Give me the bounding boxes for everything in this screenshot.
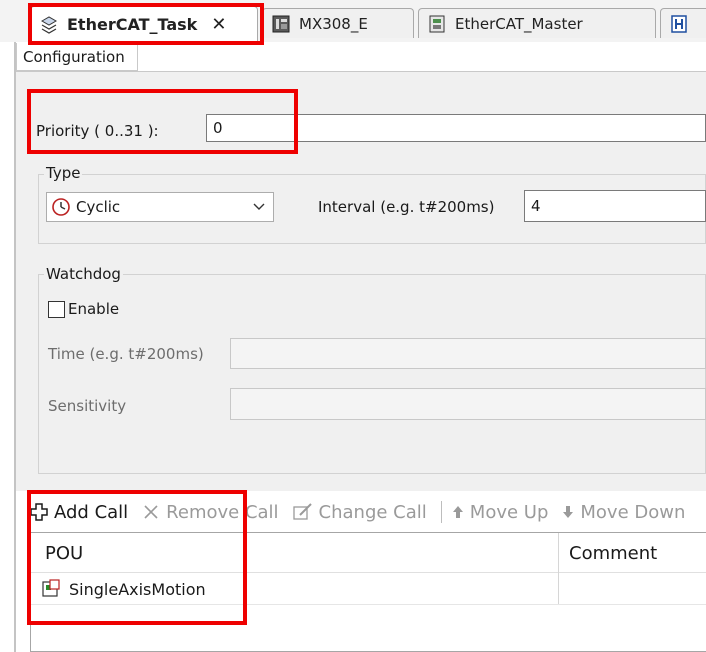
interval-label: Interval (e.g. t#200ms) (318, 198, 495, 216)
program-pou-icon (42, 579, 60, 597)
tab-pou[interactable] (660, 8, 706, 38)
watchdog-sensitivity-input[interactable] (230, 388, 706, 420)
device-icon (272, 15, 290, 32)
table-header: POU Comment (31, 533, 706, 573)
master-device-icon (429, 15, 445, 32)
tab-ethercat-task[interactable]: EtherCAT_Task ✕ (30, 6, 258, 42)
watchdog-sensitivity-label: Sensitivity (48, 397, 127, 415)
tab-label: EtherCAT_Task (67, 15, 198, 34)
edit-icon (292, 503, 312, 520)
tab-configuration[interactable]: Configuration (16, 43, 138, 71)
toolbar-separator (440, 501, 442, 523)
move-up-button[interactable]: Move Up (452, 501, 549, 523)
configuration-tab-label: Configuration (23, 47, 125, 66)
task-config-icon (40, 15, 58, 34)
watchdog-time-input[interactable] (230, 338, 706, 369)
add-call-label: Add Call (54, 501, 129, 523)
type-group-title: Type (44, 164, 83, 182)
watchdog-group (38, 274, 706, 474)
pou-call-table: POU Comment SingleAxisMotion (30, 532, 706, 652)
task-type-value: Cyclic (76, 198, 121, 216)
change-call-button[interactable]: Change Call (292, 501, 427, 523)
move-down-label: Move Down (580, 501, 686, 523)
pou-name: SingleAxisMotion (69, 579, 206, 599)
tab-label: EtherCAT_Master (455, 14, 583, 33)
watchdog-enable-checkbox[interactable] (48, 301, 65, 318)
move-down-button[interactable]: Move Down (562, 502, 685, 523)
column-header-comment[interactable]: Comment (569, 543, 657, 564)
priority-value: 0 (213, 119, 223, 137)
editor-tab-strip: EtherCAT_Task ✕ MX308_E EtherCAT_Master (0, 0, 706, 42)
arrow-up-icon (452, 506, 463, 518)
tab-mx308-e[interactable]: MX308_E (262, 8, 414, 38)
table-row[interactable]: SingleAxisMotion (31, 573, 706, 605)
remove-call-label: Remove Call (166, 501, 279, 523)
priority-label: Priority ( 0..31 ): (36, 122, 159, 140)
watchdog-group-title: Watchdog (44, 265, 123, 283)
interval-input[interactable]: 4 (524, 190, 706, 222)
clock-icon (52, 198, 70, 216)
add-call-button[interactable]: Add Call (30, 502, 128, 523)
arrow-down-icon (563, 506, 574, 518)
chevron-down-icon (253, 203, 265, 210)
pou-cell: SingleAxisMotion (41, 579, 206, 599)
watchdog-time-label: Time (e.g. t#200ms) (48, 345, 204, 363)
plus-icon (30, 503, 48, 521)
priority-input[interactable]: 0 (206, 114, 706, 142)
move-up-label: Move Up (469, 501, 549, 523)
remove-x-icon (144, 505, 158, 519)
close-tab-icon[interactable]: ✕ (211, 14, 226, 35)
tab-ethercat-master[interactable]: EtherCAT_Master (418, 8, 656, 38)
tab-label: MX308_E (299, 14, 368, 33)
task-type-dropdown[interactable]: Cyclic (46, 192, 274, 222)
configuration-panel: Priority ( 0..31 ): 0 Type Cyclic Interv… (16, 71, 706, 491)
interval-value: 4 (531, 197, 541, 215)
pou-icon (671, 14, 687, 33)
watchdog-enable-label: Enable (68, 300, 120, 318)
column-header-pou[interactable]: POU (45, 543, 83, 564)
change-call-label: Change Call (318, 501, 427, 523)
remove-call-button[interactable]: Remove Call (142, 501, 279, 523)
call-toolbar: Add Call Remove Call Change Call Move Up… (30, 494, 706, 530)
